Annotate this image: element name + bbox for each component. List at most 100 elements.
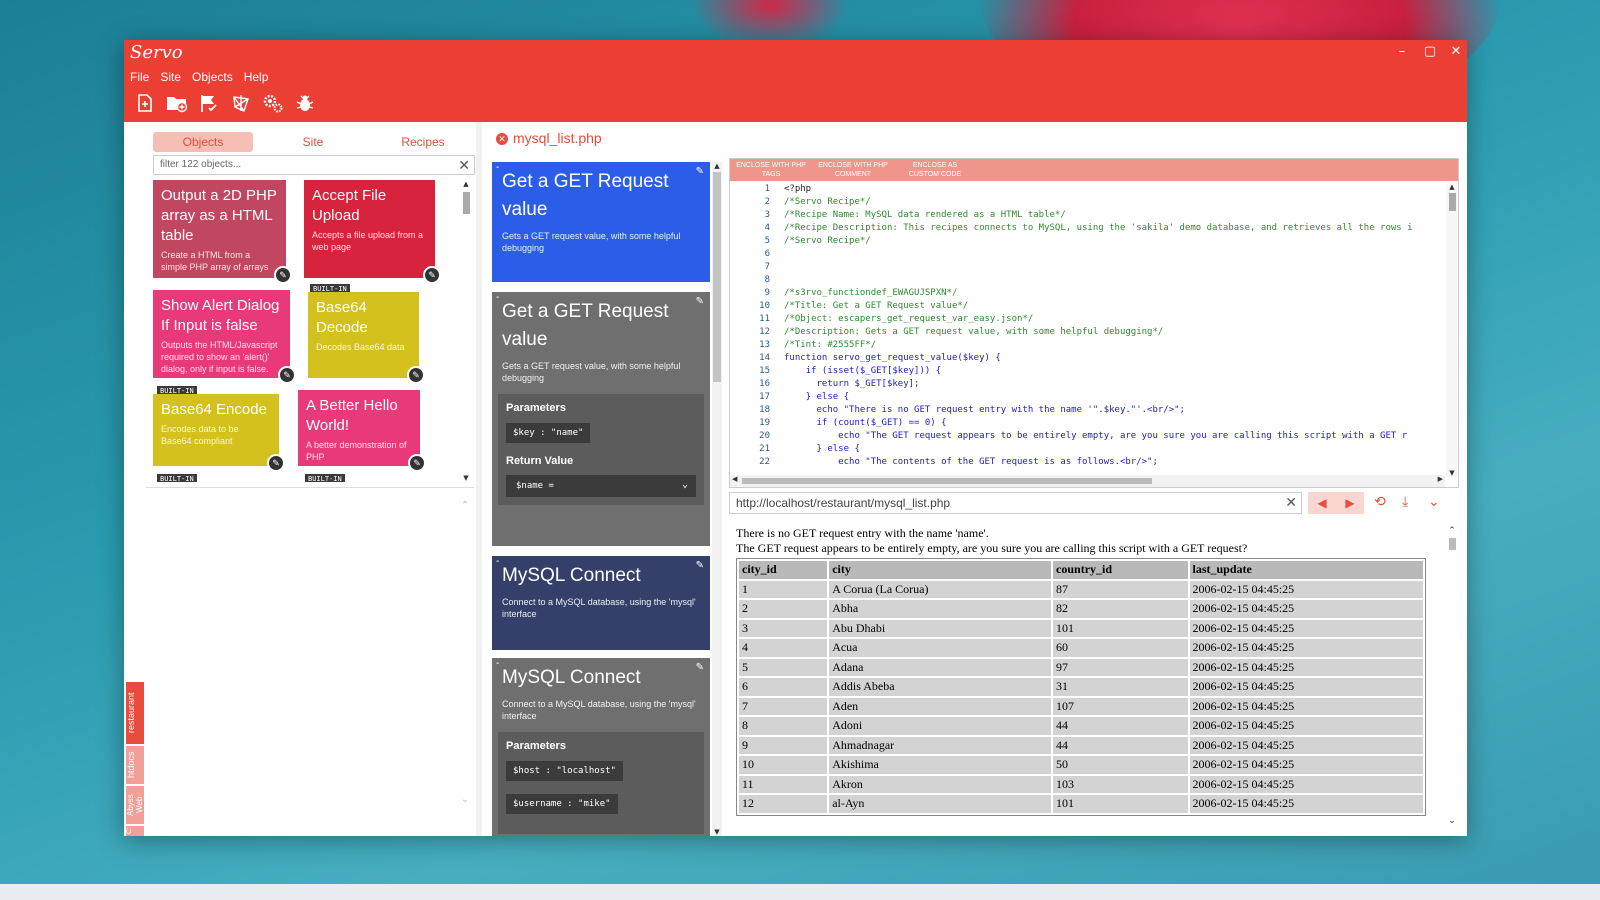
tab-objects[interactable]: Objects	[153, 132, 253, 152]
enclose-php-comment-button[interactable]: ENCLOSE WITH PHP COMMENT	[812, 159, 894, 181]
parameter-chip[interactable]: $host : "localhost"	[506, 761, 623, 781]
code-line[interactable]: 8	[730, 274, 1445, 287]
code-line[interactable]: 15 if (isset($_GET[$key])) {	[730, 365, 1445, 378]
code-line[interactable]: 3 /*Recipe Name: MySQL data rendered as a…	[730, 209, 1445, 222]
back-icon[interactable]: ◀	[1317, 496, 1326, 510]
scroll-up-icon[interactable]: ⌃	[1446, 526, 1458, 536]
menu-help[interactable]: Help	[244, 70, 269, 84]
function-block[interactable]: - ✎ Get a GET Request value Gets a GET re…	[492, 292, 710, 546]
menu-site[interactable]: Site	[160, 70, 181, 84]
output-scrollbar[interactable]: ⌃ ⌄	[1446, 526, 1458, 826]
code-line[interactable]: 10 /*Title: Get a GET Request value*/	[730, 300, 1445, 313]
tree-scroll-up-icon[interactable]: ⌃	[461, 500, 469, 511]
close-button[interactable]: ✕	[1446, 44, 1466, 59]
collapse-icon[interactable]: -	[496, 658, 499, 669]
code-line[interactable]: 18 echo "There is no GET request entry w…	[730, 404, 1445, 417]
scroll-up-icon[interactable]: ▲	[461, 180, 471, 188]
code-line[interactable]: 9 /*s3rvo_functiondef_EWAGUJSPXN*/	[730, 287, 1445, 300]
clear-filter-icon[interactable]: ✕	[458, 157, 470, 174]
scroll-right-icon[interactable]: ▶	[1438, 475, 1443, 483]
menu-objects[interactable]: Objects	[192, 70, 233, 84]
collapse-icon[interactable]: -	[496, 292, 499, 303]
object-card[interactable]: A Better Hello World! A better demonstra…	[298, 390, 426, 472]
breadcrumb-htdocs[interactable]: htdocs	[126, 746, 144, 784]
bug-icon[interactable]	[294, 92, 316, 114]
code-line[interactable]: 6	[730, 248, 1445, 261]
download-icon[interactable]: ⤓	[1402, 494, 1408, 510]
object-card[interactable]: Base64 Decode Decodes Base64 data ✎	[308, 292, 425, 384]
clear-url-icon[interactable]: ✕	[1285, 494, 1297, 511]
functions-scrollbar[interactable]: ▲ ▼	[712, 162, 722, 836]
maximize-button[interactable]: ▢	[1420, 44, 1440, 59]
scroll-down-icon[interactable]: ⌄	[1446, 816, 1458, 826]
file-tab[interactable]: ✕ mysql_list.php	[496, 130, 602, 146]
code-line[interactable]: 14 function servo_get_request_value($key)…	[730, 352, 1445, 365]
panel-splitter[interactable]	[476, 122, 482, 836]
scroll-thumb[interactable]	[713, 172, 721, 382]
code-editor[interactable]: ENCLOSE WITH PHP TAGS ENCLOSE WITH PHP C…	[729, 158, 1459, 488]
menu-file[interactable]: File	[130, 70, 149, 84]
code-line[interactable]: 22 echo "The contents of the GET request…	[730, 456, 1445, 469]
scroll-thumb[interactable]	[462, 192, 470, 214]
code-line[interactable]: 16 return $_GET[$key];	[730, 378, 1445, 391]
scroll-thumb[interactable]	[742, 478, 1152, 484]
chevron-down-icon[interactable]: ⌄	[1428, 494, 1440, 510]
paint-icon[interactable]: ✎	[696, 296, 704, 307]
parameter-chip[interactable]: $username : "mike"	[506, 794, 618, 814]
scroll-left-icon[interactable]: ◀	[732, 475, 737, 483]
code-horizontal-scrollbar[interactable]: ◀ ▶	[730, 475, 1445, 487]
scroll-up-icon[interactable]: ▲	[1446, 183, 1458, 191]
code-line[interactable]: 5 /*Servo Recipe*/	[730, 235, 1445, 248]
tab-site[interactable]: Site	[263, 132, 363, 152]
object-card[interactable]: Accept File Upload Accepts a file upload…	[304, 180, 441, 284]
breadcrumb-server[interactable]: Abyss Web Server	[126, 786, 153, 824]
code-line[interactable]: 20 echo "The GET request appears to be e…	[730, 430, 1445, 443]
url-input[interactable]: http://localhost/restaurant/mysql_list.p…	[729, 492, 1302, 514]
object-card[interactable]: Show Alert Dialog If Input is false Outp…	[153, 290, 296, 384]
code-line[interactable]: 19 if (count($_GET) == 0) {	[730, 417, 1445, 430]
code-line[interactable]: 21 } else {	[730, 443, 1445, 456]
function-block[interactable]: - ✎ MySQL Connect Connect to a MySQL data…	[492, 556, 710, 650]
refresh-icon[interactable]: ⟲	[1374, 494, 1386, 510]
flag-check-icon[interactable]	[198, 92, 220, 114]
forward-icon[interactable]: ▶	[1345, 496, 1354, 510]
breadcrumb-drive[interactable]: C:	[126, 826, 144, 836]
tab-recipes[interactable]: Recipes	[373, 132, 473, 152]
scroll-up-icon[interactable]: ▲	[712, 162, 722, 170]
object-card[interactable]: Output a 2D PHP array as a HTML table Cr…	[153, 180, 292, 284]
wrench-icon[interactable]: ✎	[423, 266, 441, 284]
function-block[interactable]: - ✎ Get a GET Request value Gets a GET re…	[492, 162, 710, 282]
tree-scroll-down-icon[interactable]: ⌄	[461, 794, 469, 805]
code-line[interactable]: 12 /*Description: Gets a GET request valu…	[730, 326, 1445, 339]
scroll-down-icon[interactable]: ▼	[1446, 469, 1458, 477]
code-line[interactable]: 17 } else {	[730, 391, 1445, 404]
gears-icon[interactable]	[262, 92, 284, 114]
scroll-thumb[interactable]	[1448, 193, 1456, 211]
filter-input[interactable]: filter 122 objects... ✕	[153, 155, 475, 175]
wrench-icon[interactable]: ✎	[278, 366, 296, 384]
paint-icon[interactable]: ✎	[696, 166, 704, 177]
wrench-icon[interactable]: ✎	[267, 454, 285, 472]
scroll-down-icon[interactable]: ▼	[461, 474, 471, 482]
code-lines[interactable]: 1 <?php 2 /*Servo Recipe*/ 3 /*Recipe Name: M…	[730, 183, 1445, 471]
objects-scrollbar[interactable]: ▲ ▼	[461, 180, 471, 482]
wrench-icon[interactable]: ✎	[274, 266, 292, 284]
wrench-icon[interactable]: ✎	[408, 454, 426, 472]
breadcrumb-restaurant[interactable]: restaurant	[126, 682, 144, 744]
new-site-icon[interactable]	[134, 92, 156, 114]
paint-icon[interactable]: ✎	[696, 560, 704, 571]
collapse-icon[interactable]: -	[496, 162, 499, 173]
minimize-button[interactable]: –	[1392, 44, 1412, 59]
network-icon[interactable]	[230, 92, 252, 114]
scroll-down-icon[interactable]: ▼	[712, 828, 722, 836]
object-card[interactable]: Base64 Encode Encodes data to be Base64 …	[153, 394, 285, 472]
wrench-icon[interactable]: ✎	[407, 366, 425, 384]
code-line[interactable]: 4 /*Recipe Description: This recipes conn…	[730, 222, 1445, 235]
enclose-custom-code-button[interactable]: ENCLOSE AS CUSTOM CODE	[894, 159, 976, 181]
scroll-thumb[interactable]	[1448, 538, 1456, 550]
code-line[interactable]: 11 /*Object: escapers_get_request_var_eas…	[730, 313, 1445, 326]
paint-icon[interactable]: ✎	[696, 662, 704, 673]
return-value-select[interactable]: $name = ⌄	[506, 475, 696, 497]
code-line[interactable]: 13 /*Tint: #2555FF*/	[730, 339, 1445, 352]
code-vertical-scrollbar[interactable]: ▲ ▼	[1446, 183, 1458, 477]
